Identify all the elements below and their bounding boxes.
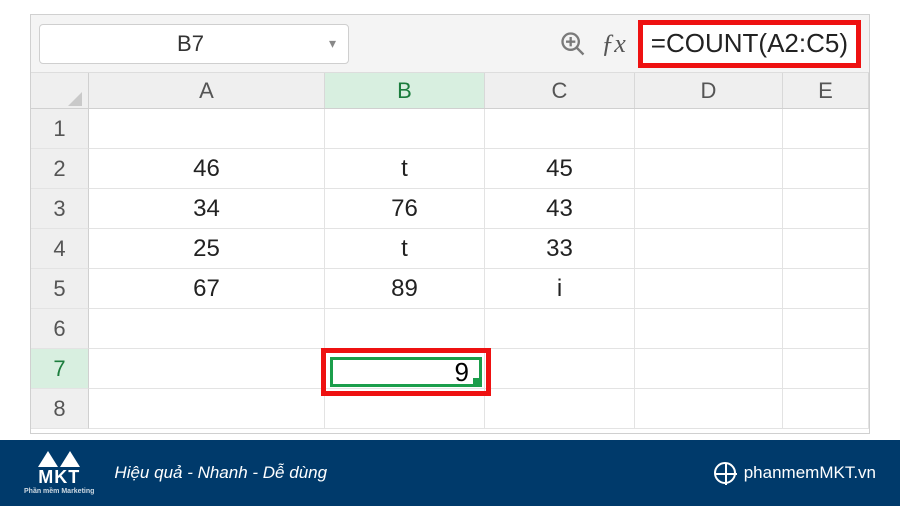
grid-row: 6 — [31, 309, 869, 349]
cell[interactable] — [485, 389, 635, 429]
cell[interactable]: 76 — [325, 189, 485, 229]
col-header-D[interactable]: D — [635, 73, 783, 108]
cell[interactable] — [635, 349, 783, 389]
grid-row: 7 — [31, 349, 869, 389]
cell[interactable] — [635, 309, 783, 349]
globe-icon — [714, 462, 736, 484]
grid-row: 8 — [31, 389, 869, 429]
cell[interactable]: 89 — [325, 269, 485, 309]
cell[interactable]: 33 — [485, 229, 635, 269]
row-header[interactable]: 4 — [31, 229, 89, 269]
grid-row: 56789i — [31, 269, 869, 309]
cell[interactable] — [89, 349, 325, 389]
cell[interactable] — [635, 189, 783, 229]
grid-row: 246t45 — [31, 149, 869, 189]
cell[interactable]: i — [485, 269, 635, 309]
formula-text: =COUNT(A2:C5) — [651, 28, 848, 59]
cell[interactable] — [783, 309, 869, 349]
cell[interactable] — [783, 349, 869, 389]
cell[interactable]: 46 — [89, 149, 325, 189]
col-header-A[interactable]: A — [89, 73, 325, 108]
cell[interactable] — [635, 229, 783, 269]
row-header[interactable]: 1 — [31, 109, 89, 149]
cell[interactable] — [485, 349, 635, 389]
cell[interactable]: 43 — [485, 189, 635, 229]
cell-reference: B7 — [52, 31, 329, 57]
row-header[interactable]: 6 — [31, 309, 89, 349]
cell[interactable]: t — [325, 229, 485, 269]
cell[interactable] — [635, 109, 783, 149]
name-box[interactable]: B7 ▾ — [39, 24, 349, 64]
cell[interactable] — [635, 389, 783, 429]
zoom-search-icon[interactable] — [553, 24, 593, 64]
cell[interactable] — [635, 149, 783, 189]
spreadsheet-app: B7 ▾ ƒx =COUNT(A2:C5) A B C D — [30, 14, 870, 434]
fx-icon[interactable]: ƒx — [601, 29, 626, 59]
row-header[interactable]: 3 — [31, 189, 89, 229]
grid-row: 3347643 — [31, 189, 869, 229]
select-all-corner[interactable] — [31, 73, 89, 108]
brand-footer: MKT Phần mềm Marketing Hiệu quả - Nhanh … — [0, 440, 900, 506]
cell[interactable] — [783, 229, 869, 269]
formula-input[interactable]: =COUNT(A2:C5) — [638, 20, 861, 68]
column-headers: A B C D E — [31, 73, 869, 109]
cell[interactable] — [325, 109, 485, 149]
cell[interactable] — [783, 189, 869, 229]
cell[interactable]: 45 — [485, 149, 635, 189]
col-header-E[interactable]: E — [783, 73, 869, 108]
cell[interactable]: 34 — [89, 189, 325, 229]
cell[interactable] — [89, 109, 325, 149]
spreadsheet-grid[interactable]: A B C D E 1246t453347643425t3356789i678 … — [31, 73, 869, 429]
website-link[interactable]: phanmemMKT.vn — [714, 462, 876, 484]
cell[interactable] — [783, 389, 869, 429]
grid-row: 1 — [31, 109, 869, 149]
cell[interactable] — [783, 269, 869, 309]
row-header[interactable]: 7 — [31, 349, 89, 389]
cell[interactable] — [783, 149, 869, 189]
cell[interactable] — [325, 349, 485, 389]
chevron-down-icon: ▾ — [329, 35, 336, 52]
cell[interactable] — [783, 109, 869, 149]
cell[interactable] — [485, 109, 635, 149]
col-header-B[interactable]: B — [325, 73, 485, 108]
cell[interactable] — [485, 309, 635, 349]
grid-row: 425t33 — [31, 229, 869, 269]
row-header[interactable]: 8 — [31, 389, 89, 429]
cell[interactable]: t — [325, 149, 485, 189]
tagline: Hiệu quả - Nhanh - Dễ dùng — [114, 463, 327, 483]
formula-bar: B7 ▾ ƒx =COUNT(A2:C5) — [31, 15, 869, 73]
row-header[interactable]: 5 — [31, 269, 89, 309]
brand-logo: MKT Phần mềm Marketing — [24, 451, 94, 495]
cell[interactable] — [325, 389, 485, 429]
row-header[interactable]: 2 — [31, 149, 89, 189]
col-header-C[interactable]: C — [485, 73, 635, 108]
cell[interactable]: 25 — [89, 229, 325, 269]
cell[interactable] — [89, 389, 325, 429]
cell[interactable]: 67 — [89, 269, 325, 309]
cell[interactable] — [89, 309, 325, 349]
cell[interactable] — [635, 269, 783, 309]
cell[interactable] — [325, 309, 485, 349]
